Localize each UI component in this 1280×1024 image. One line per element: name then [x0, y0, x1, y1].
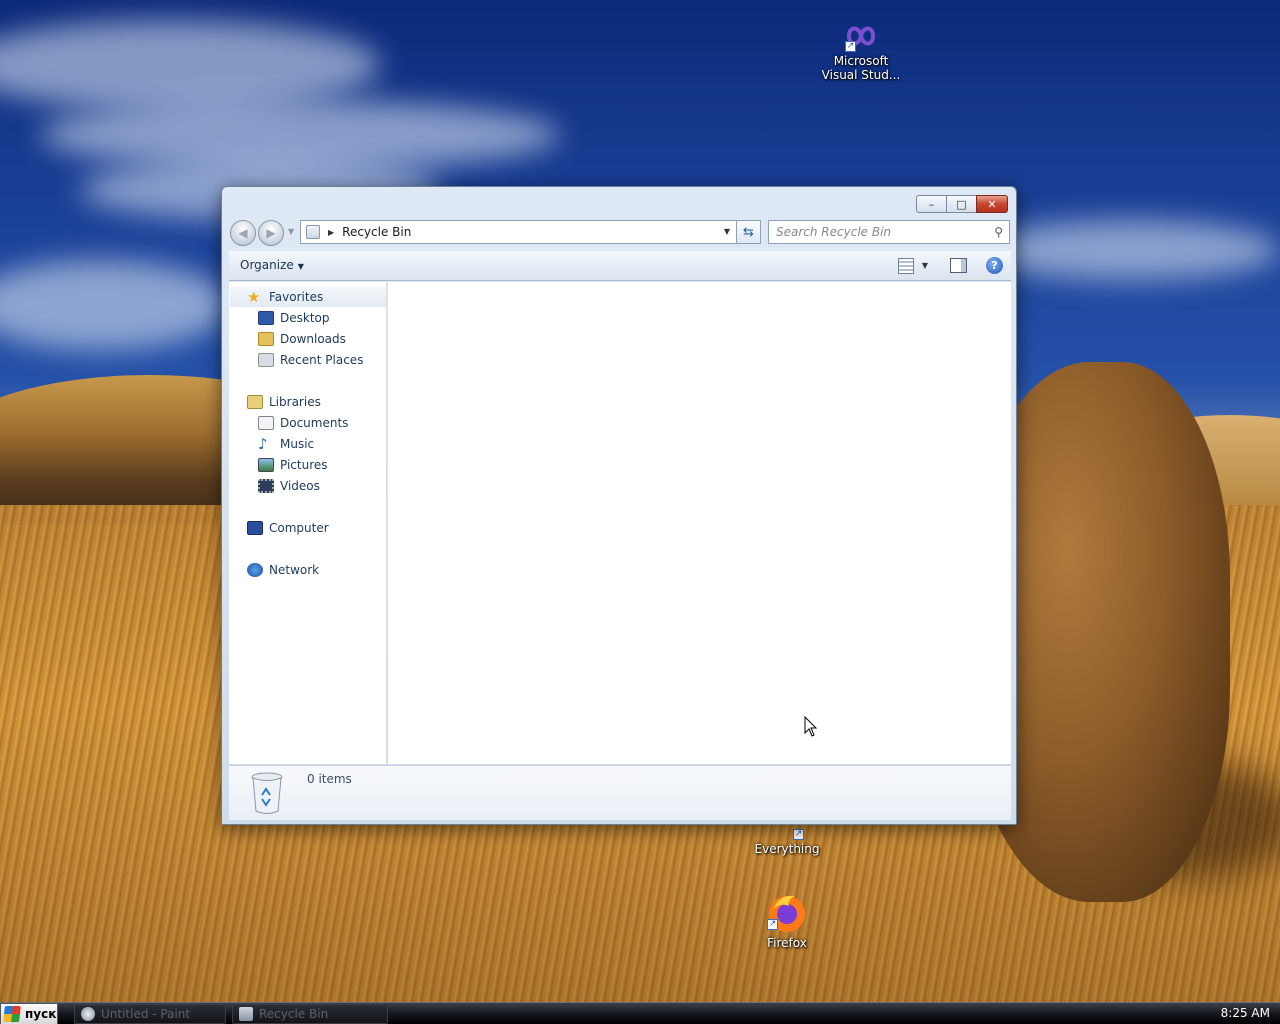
- explorer-window[interactable]: – □ ✕ ◀ ▶ ▼ ▶ Recycle Bin ▼ ⇆ Search Rec…: [221, 186, 1017, 825]
- documents-icon: [258, 416, 274, 430]
- nav-label: Pictures: [280, 458, 328, 472]
- nav-network[interactable]: Network: [247, 560, 319, 580]
- help-icon[interactable]: ?: [986, 257, 1003, 274]
- navigation-bar: ◀ ▶ ▼ ▶ Recycle Bin ▼ ⇆ Search Recycle B…: [230, 219, 1010, 246]
- taskbar-clock[interactable]: 8:25 AM: [1221, 1006, 1270, 1020]
- cloud: [40, 100, 560, 170]
- arrow-left-icon: ◀: [238, 226, 248, 240]
- computer-icon: [247, 521, 263, 535]
- nav-documents[interactable]: Documents: [258, 413, 348, 433]
- start-label: пуск: [25, 1007, 57, 1021]
- taskbar-button-recycle-bin[interactable]: Recycle Bin: [232, 1004, 388, 1024]
- task-label: Untitled - Paint: [101, 1007, 191, 1021]
- libraries-icon: [247, 395, 263, 409]
- close-button[interactable]: ✕: [976, 195, 1008, 213]
- breadcrumb-separator-icon[interactable]: ▶: [328, 228, 334, 237]
- desktop-icon-label: Microsoft: [833, 54, 889, 68]
- nav-label: Music: [280, 437, 315, 451]
- recycle-bin-small-icon: [239, 1007, 253, 1021]
- address-dropdown-icon[interactable]: ▼: [724, 227, 730, 236]
- items-count: 0 items: [307, 772, 352, 786]
- everything-icon: ↗: [793, 829, 804, 840]
- desktop-icon-everything[interactable]: ↗ Everything: [742, 822, 832, 856]
- search-box[interactable]: Search Recycle Bin ⚲: [768, 220, 1010, 244]
- search-icon[interactable]: ⚲: [994, 225, 1003, 239]
- nav-label: Network: [269, 563, 320, 577]
- desktop-icon-label: Everything: [754, 842, 820, 856]
- nav-recent-places[interactable]: Recent Places: [258, 350, 363, 370]
- windows-flag-icon: [3, 1006, 21, 1022]
- recycle-bin-small-icon: [306, 225, 320, 239]
- nav-videos[interactable]: Videos: [258, 476, 320, 496]
- nav-label: Computer: [269, 521, 329, 535]
- task-label: Recycle Bin: [259, 1007, 329, 1021]
- forward-button[interactable]: ▶: [258, 220, 284, 246]
- maximize-button[interactable]: □: [946, 195, 976, 213]
- recycle-bin-icon: [251, 772, 283, 814]
- refresh-button[interactable]: ⇆: [737, 220, 761, 244]
- paint-icon: [81, 1007, 95, 1021]
- chevron-down-icon: ▼: [297, 262, 304, 271]
- star-icon: ★: [247, 288, 261, 306]
- taskbar-button-paint[interactable]: Untitled - Paint: [74, 1004, 226, 1024]
- minimize-button[interactable]: –: [916, 195, 946, 213]
- videos-icon: [258, 479, 274, 493]
- desktop-icon-visual-studio[interactable]: ↗ Microsoft Visual Stud...: [816, 20, 906, 82]
- nav-label: Desktop: [280, 311, 330, 325]
- search-input[interactable]: Search Recycle Bin: [776, 225, 891, 239]
- recent-pages-dropdown[interactable]: ▼: [288, 227, 294, 236]
- network-globe-icon: [247, 563, 263, 577]
- organize-label: Organize: [240, 258, 294, 272]
- desktop-icon-firefox[interactable]: ↗ Firefox: [742, 890, 832, 950]
- music-note-icon: ♪: [258, 435, 268, 453]
- navigation-pane: ★ Favorites Desktop Downloads Recent Pla…: [229, 282, 387, 764]
- file-list-area[interactable]: [388, 282, 1011, 764]
- recent-places-icon: [258, 353, 274, 367]
- details-pane: 0 items: [229, 765, 1011, 820]
- nav-favorites[interactable]: ★ Favorites: [230, 287, 386, 307]
- organize-button[interactable]: Organize ▼: [240, 258, 304, 272]
- nav-libraries[interactable]: Libraries: [247, 392, 321, 412]
- nav-label: Downloads: [280, 332, 346, 346]
- nav-label: Videos: [280, 479, 320, 493]
- shortcut-arrow-icon: ↗: [767, 919, 778, 930]
- cloud: [0, 260, 230, 350]
- nav-label: Libraries: [269, 395, 321, 409]
- nav-desktop[interactable]: Desktop: [258, 308, 330, 328]
- preview-pane-icon[interactable]: [950, 258, 967, 273]
- window-controls: – □ ✕: [916, 195, 1008, 213]
- start-button[interactable]: пуск: [0, 1003, 58, 1024]
- back-button[interactable]: ◀: [230, 220, 256, 246]
- nav-music[interactable]: ♪ Music: [258, 434, 314, 454]
- desktop-icon-label: Visual Stud...: [821, 68, 901, 82]
- nav-label: Favorites: [269, 290, 324, 304]
- nav-label: Recent Places: [280, 353, 364, 367]
- nav-pictures[interactable]: Pictures: [258, 455, 328, 475]
- breadcrumb-recycle-bin[interactable]: Recycle Bin: [342, 225, 411, 239]
- nav-downloads[interactable]: Downloads: [258, 329, 346, 349]
- address-bar[interactable]: ▶ Recycle Bin ▼: [300, 220, 737, 244]
- refresh-icon: ⇆: [743, 224, 754, 240]
- pictures-icon: [258, 458, 274, 472]
- nav-computer[interactable]: Computer: [247, 518, 329, 538]
- command-bar: Organize ▼ ▼ ?: [229, 251, 1011, 281]
- arrow-right-icon: ▶: [266, 226, 276, 240]
- desktop-icon-label: Firefox: [767, 936, 807, 950]
- cloud: [0, 20, 380, 110]
- change-view-icon[interactable]: [897, 257, 914, 274]
- view-options-dropdown-icon[interactable]: ▼: [922, 261, 928, 270]
- mouse-cursor-icon: [804, 716, 818, 737]
- nav-label: Documents: [280, 416, 349, 430]
- downloads-folder-icon: [258, 332, 274, 346]
- taskbar: пуск Untitled - Paint Recycle Bin 8:25 A…: [0, 1002, 1280, 1024]
- desktop-folder-icon: [258, 311, 274, 325]
- cloud: [980, 220, 1280, 280]
- shortcut-arrow-icon: ↗: [845, 41, 856, 52]
